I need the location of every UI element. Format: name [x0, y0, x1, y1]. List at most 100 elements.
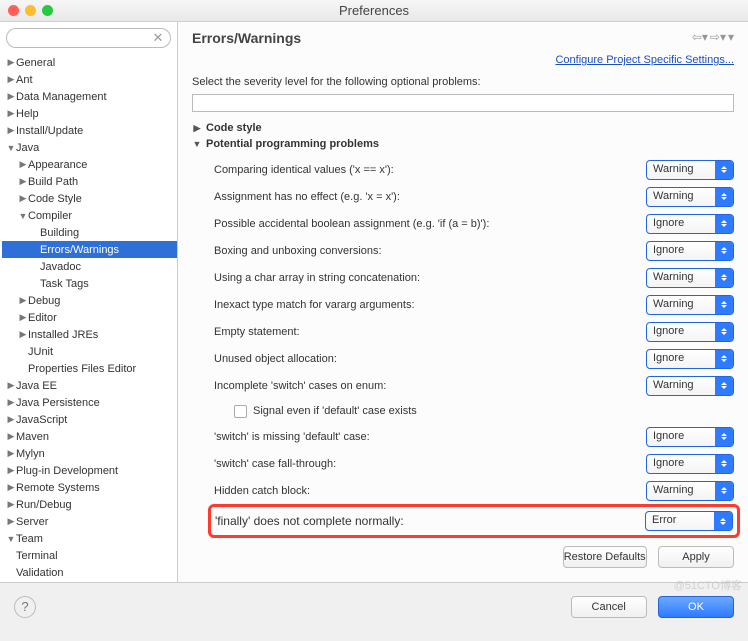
tree-item[interactable]: Team: [2, 530, 177, 547]
tree-item[interactable]: Ant: [2, 71, 177, 88]
tree-item[interactable]: Maven: [2, 428, 177, 445]
tree-item[interactable]: Build Path: [2, 173, 177, 190]
disclosure-icon: [18, 329, 28, 340]
select-arrow-icon: [715, 269, 733, 287]
tree-item[interactable]: Task Tags: [2, 275, 177, 292]
tree-item[interactable]: Terminal: [2, 547, 177, 564]
tree-item-label: Debug: [28, 295, 60, 307]
severity-select[interactable]: Ignore: [646, 349, 734, 369]
select-arrow-icon: [715, 377, 733, 395]
tree-item[interactable]: Data Management: [2, 88, 177, 105]
severity-select[interactable]: Warning: [646, 376, 734, 396]
tree-item[interactable]: Editor: [2, 309, 177, 326]
tree-item[interactable]: Plug-in Development: [2, 462, 177, 479]
tree-item[interactable]: JavaScript: [2, 411, 177, 428]
severity-select[interactable]: Ignore: [646, 241, 734, 261]
disclosure-icon: [6, 397, 16, 408]
setting-label: Inexact type match for vararg arguments:: [214, 299, 646, 311]
tree-item[interactable]: Web: [2, 581, 177, 582]
severity-select[interactable]: Warning: [646, 160, 734, 180]
disclosure-icon: [6, 57, 16, 68]
tree-item[interactable]: Run/Debug: [2, 496, 177, 513]
tree-item[interactable]: Server: [2, 513, 177, 530]
help-icon[interactable]: ?: [14, 596, 36, 618]
tree-item-label: Remote Systems: [16, 482, 100, 494]
select-value: Ignore: [653, 352, 684, 364]
disclosure-icon: [6, 414, 16, 425]
tree-item[interactable]: Compiler: [2, 207, 177, 224]
apply-button[interactable]: Apply: [658, 546, 734, 568]
section-potential-problems[interactable]: Potential programming problems: [178, 136, 748, 152]
tree-item[interactable]: General: [2, 54, 177, 71]
tree-item-label: Help: [16, 108, 39, 120]
cancel-button[interactable]: Cancel: [571, 596, 647, 618]
severity-select[interactable]: Error: [645, 511, 733, 531]
tree-item[interactable]: Debug: [2, 292, 177, 309]
setting-row: 'switch' case fall-through:Ignore: [214, 450, 734, 477]
setting-label: Comparing identical values ('x == x'):: [214, 164, 646, 176]
severity-select[interactable]: Warning: [646, 187, 734, 207]
history-nav[interactable]: ⇦▾⇨▾▾: [692, 30, 734, 44]
tree-item[interactable]: Code Style: [2, 190, 177, 207]
setting-row: Empty statement:Ignore: [214, 318, 734, 345]
tree-item[interactable]: Java: [2, 139, 177, 156]
select-value: Warning: [653, 190, 694, 202]
restore-defaults-button[interactable]: Restore Defaults: [563, 546, 647, 568]
tree-item[interactable]: Appearance: [2, 156, 177, 173]
tree-item[interactable]: Mylyn: [2, 445, 177, 462]
tree-item[interactable]: Installed JREs: [2, 326, 177, 343]
tree-item[interactable]: Java EE: [2, 377, 177, 394]
disclosure-icon: [6, 465, 16, 476]
tree-item-label: Build Path: [28, 176, 78, 188]
tree-item[interactable]: Remote Systems: [2, 479, 177, 496]
tree-item-label: Ant: [16, 74, 33, 86]
severity-select[interactable]: Ignore: [646, 322, 734, 342]
select-arrow-icon: [715, 482, 733, 500]
severity-select[interactable]: Warning: [646, 481, 734, 501]
tree-item[interactable]: Properties Files Editor: [2, 360, 177, 377]
section-code-style[interactable]: Code style: [178, 120, 748, 136]
select-arrow-icon: [715, 161, 733, 179]
tree-item[interactable]: Validation: [2, 564, 177, 581]
setting-row: 'finally' does not complete normally:Err…: [208, 504, 740, 538]
chevron-right-icon: [192, 123, 202, 134]
menu-icon[interactable]: ▾: [728, 30, 734, 44]
checkbox[interactable]: [234, 405, 247, 418]
configure-project-link[interactable]: Configure Project Specific Settings...: [555, 54, 734, 66]
severity-select[interactable]: Ignore: [646, 214, 734, 234]
severity-select[interactable]: Warning: [646, 268, 734, 288]
tree-item[interactable]: Building: [2, 224, 177, 241]
preferences-tree[interactable]: General Ant Data Management Help Install/Upd…: [0, 54, 177, 582]
severity-select[interactable]: Ignore: [646, 427, 734, 447]
forward-icon[interactable]: ⇨▾: [710, 30, 726, 44]
tree-item[interactable]: Errors/Warnings: [2, 241, 177, 258]
setting-label: Boxing and unboxing conversions:: [214, 245, 646, 257]
disclosure-icon: [18, 312, 28, 323]
tree-item[interactable]: Java Persistence: [2, 394, 177, 411]
ok-button[interactable]: OK: [658, 596, 734, 618]
severity-select[interactable]: Warning: [646, 295, 734, 315]
filter-input[interactable]: [192, 94, 734, 112]
select-value: Warning: [653, 163, 694, 175]
select-value: Error: [652, 514, 676, 526]
tree-item-label: Java Persistence: [16, 397, 100, 409]
tree-item[interactable]: JUnit: [2, 343, 177, 360]
disclosure-icon: [6, 91, 16, 102]
watermark: @51CTO博客: [674, 577, 742, 593]
select-value: Warning: [653, 271, 694, 283]
severity-select[interactable]: Ignore: [646, 454, 734, 474]
tree-item[interactable]: Help: [2, 105, 177, 122]
setting-label: Unused object allocation:: [214, 353, 646, 365]
back-icon[interactable]: ⇦▾: [692, 30, 708, 44]
setting-label: Using a char array in string concatenati…: [214, 272, 646, 284]
select-value: Warning: [653, 379, 694, 391]
setting-row: Assignment has no effect (e.g. 'x = x'):…: [214, 183, 734, 210]
search-input[interactable]: [6, 28, 171, 48]
disclosure-icon: [18, 193, 28, 204]
tree-item-label: Code Style: [28, 193, 82, 205]
clear-search-icon[interactable]: ✕: [151, 31, 165, 45]
disclosure-icon: [6, 482, 16, 493]
setting-row: 'switch' is missing 'default' case:Ignor…: [214, 423, 734, 450]
tree-item[interactable]: Javadoc: [2, 258, 177, 275]
tree-item[interactable]: Install/Update: [2, 122, 177, 139]
